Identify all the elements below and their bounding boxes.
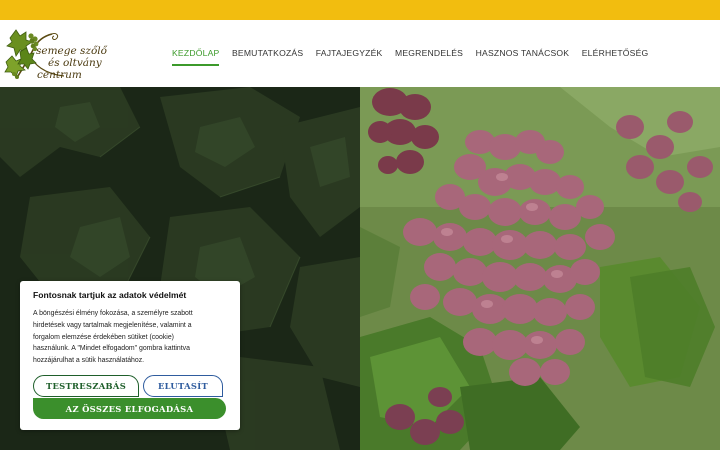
nav-item-about[interactable]: BEMUTATKOZÁS	[232, 48, 303, 66]
top-accent-bar	[0, 0, 720, 20]
logo-text-line3: centrum	[37, 69, 82, 81]
nav-item-contact[interactable]: ELÉRHETŐSÉG	[582, 48, 649, 66]
site-logo[interactable]: semege szőlő és oltvány centrum	[4, 26, 122, 82]
cookie-text-line: forgalom elemzése érdekében sütiket (coo…	[33, 333, 174, 341]
nav-item-variety-list[interactable]: FAJTAJEGYZÉK	[316, 48, 383, 66]
logo-text-line1: semege szőlő	[36, 45, 107, 57]
cookie-text-line: használunk. A "Mindet elfogadom" gombra …	[33, 345, 190, 353]
site-header: semege szőlő és oltvány centrum KEZDŐLAP…	[0, 20, 720, 87]
logo-text-line2: és oltvány	[48, 57, 102, 69]
cookie-dialog-title: Fontosnak tartjuk az adatok védelmét	[33, 290, 187, 300]
main-navigation: KEZDŐLAP BEMUTATKOZÁS FAJTAJEGYZÉK MEGRE…	[172, 48, 661, 66]
cookie-text-line: hirdetések vagy tartalmak megjelenítése,…	[33, 321, 192, 329]
nav-item-tips[interactable]: HASZNOS TANÁCSOK	[476, 48, 570, 66]
customize-cookies-button[interactable]: TESTRESZABÁS	[33, 375, 139, 397]
grapes-image	[360, 87, 720, 450]
cookie-text-line: A böngészési élmény fokozása, a személyr…	[33, 310, 193, 317]
cookie-dialog-text: A böngészési élmény fokozása, a személyr…	[33, 308, 233, 367]
cookie-consent-dialog: Fontosnak tartjuk az adatok védelmét A b…	[20, 281, 240, 430]
cookie-text-line: hozzájárulhat a sütik használatához.	[33, 357, 145, 365]
accept-all-cookies-button[interactable]: AZ ÖSSZES ELFOGADÁSA	[33, 398, 226, 419]
nav-item-order[interactable]: MEGRENDELÉS	[395, 48, 463, 66]
nav-item-home[interactable]: KEZDŐLAP	[172, 48, 220, 66]
reject-cookies-button[interactable]: ELUTASÍT	[143, 375, 223, 397]
